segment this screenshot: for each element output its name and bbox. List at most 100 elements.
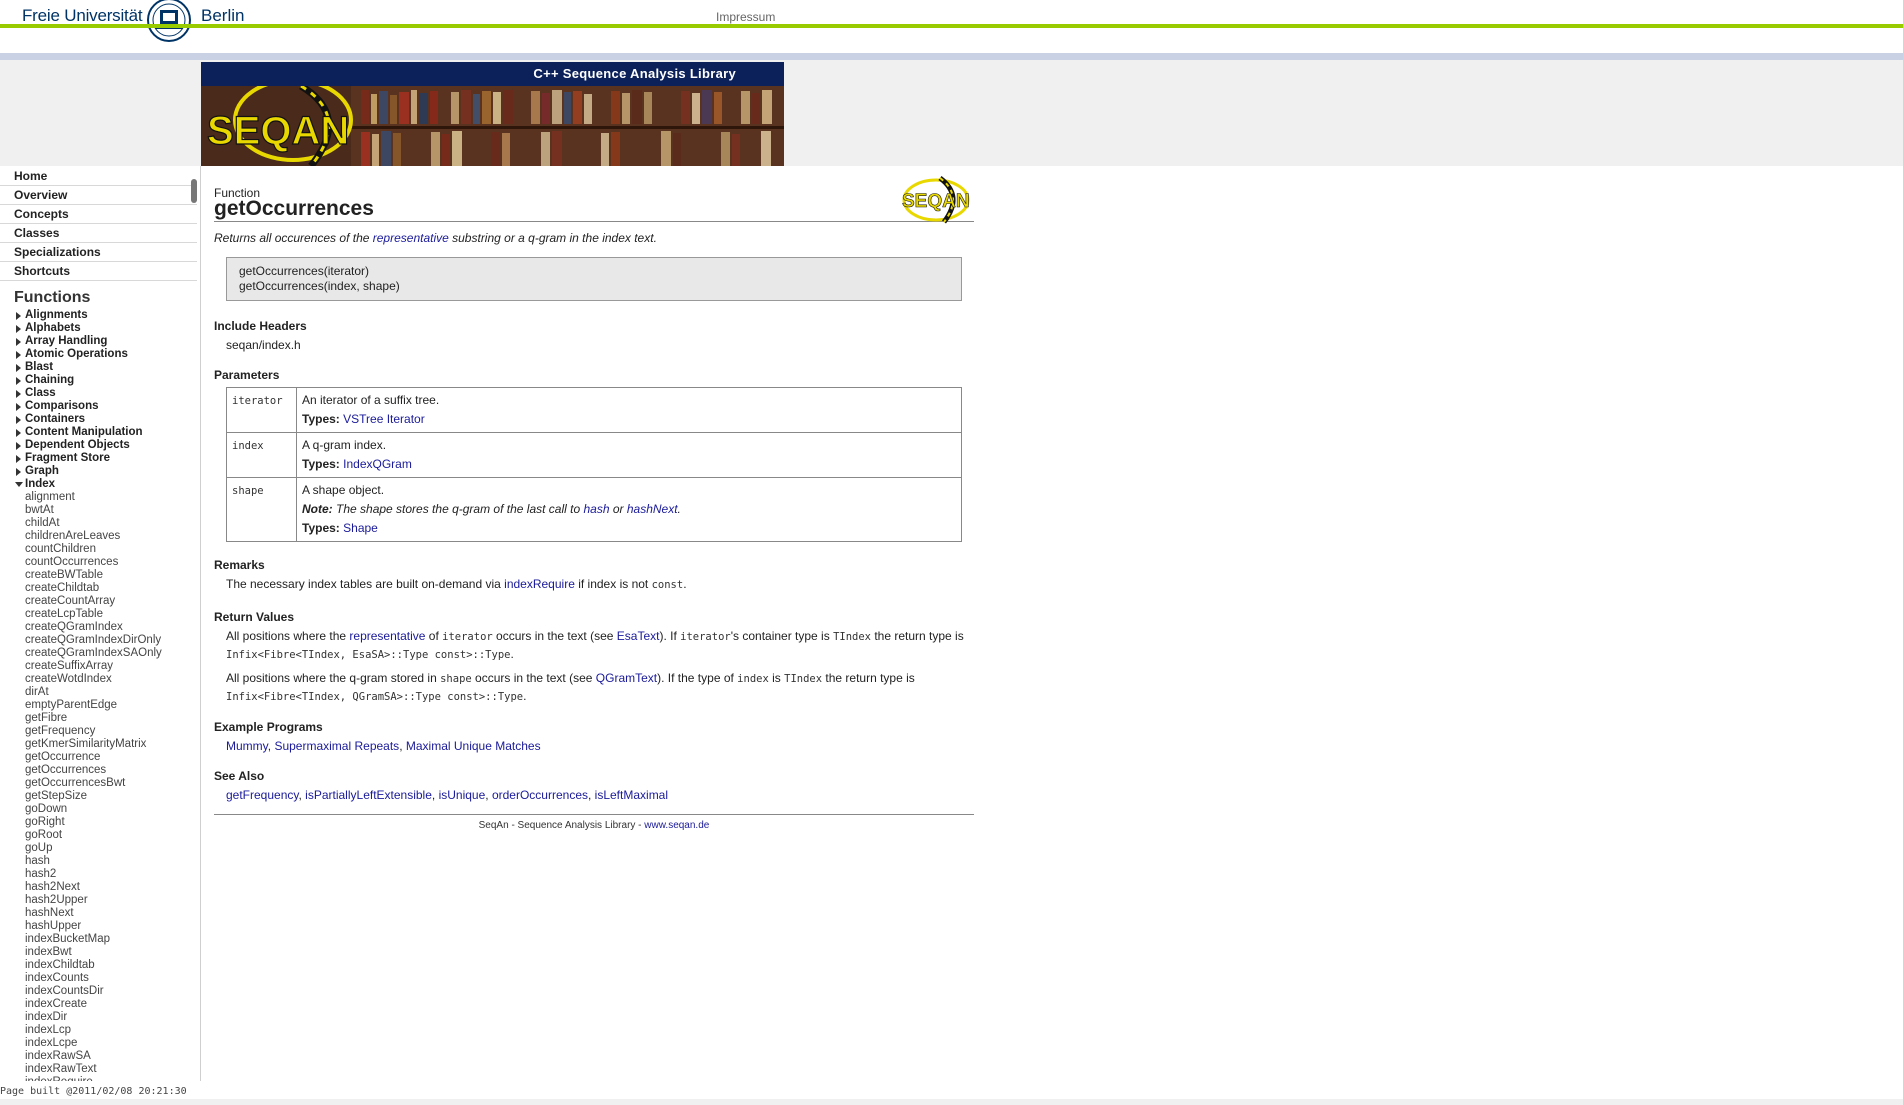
see-also-link-ispartiallyleftextensible[interactable]: isPartiallyLeftExtensible — [305, 788, 432, 802]
qgramtext-link[interactable]: QGramText — [596, 671, 657, 685]
list-item[interactable]: indexRawSA — [0, 1050, 200, 1063]
esatext-link[interactable]: EsaText — [617, 629, 660, 643]
see-also-link-isunique[interactable]: isUnique — [439, 788, 486, 802]
seqan-logo-icon[interactable]: SEQAN — [900, 176, 974, 224]
list-item[interactable]: countOccurrences — [0, 556, 200, 569]
sidebar-item-concepts[interactable]: Concepts — [0, 205, 197, 224]
list-item[interactable]: hashUpper — [0, 920, 200, 933]
list-item[interactable]: hash — [0, 855, 200, 868]
impressum-link[interactable]: Impressum — [716, 10, 775, 24]
list-item[interactable]: createSuffixArray — [0, 660, 200, 673]
function-category[interactable]: Chaining — [0, 374, 200, 387]
triangle-right-icon[interactable] — [16, 416, 21, 424]
representative-link[interactable]: representative — [349, 629, 425, 643]
sidebar-item-classes[interactable]: Classes — [0, 224, 197, 243]
triangle-right-icon[interactable] — [16, 468, 21, 476]
function-category[interactable]: Alignments — [0, 309, 200, 322]
triangle-right-icon[interactable] — [16, 325, 21, 333]
representative-link[interactable]: representative — [373, 231, 449, 245]
list-item[interactable]: indexCounts — [0, 972, 200, 985]
sidebar-scrollbar-thumb[interactable] — [191, 179, 197, 203]
function-category[interactable]: Array Handling — [0, 335, 200, 348]
list-item[interactable]: indexLcp — [0, 1024, 200, 1037]
function-category[interactable]: Atomic Operations — [0, 348, 200, 361]
list-item[interactable]: goUp — [0, 842, 200, 855]
list-item[interactable]: getStepSize — [0, 790, 200, 803]
function-category[interactable]: Dependent Objects — [0, 439, 200, 452]
list-item[interactable]: hash2Upper — [0, 894, 200, 907]
list-item[interactable]: createQGramIndexDirOnly — [0, 634, 200, 647]
function-category[interactable]: Blast — [0, 361, 200, 374]
list-item[interactable]: createBWTable — [0, 569, 200, 582]
fu-seal-icon[interactable] — [140, 0, 198, 46]
sidebar-item-overview[interactable]: Overview — [0, 186, 197, 205]
list-item[interactable]: countChildren — [0, 543, 200, 556]
list-item[interactable]: getKmerSimilarityMatrix — [0, 738, 200, 751]
fu-logo-text-right[interactable]: Berlin — [201, 6, 244, 26]
seqan-website-link[interactable]: www.seqan.de — [644, 820, 709, 831]
list-item[interactable]: hash2Next — [0, 881, 200, 894]
see-also-link-isleftmaximal[interactable]: isLeftMaximal — [595, 788, 668, 802]
list-item[interactable]: indexCountsDir — [0, 985, 200, 998]
triangle-right-icon[interactable] — [16, 455, 21, 463]
list-item[interactable]: getOccurrence — [0, 751, 200, 764]
list-item[interactable]: goRight — [0, 816, 200, 829]
hash-link[interactable]: hash — [583, 502, 609, 516]
list-item[interactable]: goDown — [0, 803, 200, 816]
list-item[interactable]: indexBwt — [0, 946, 200, 959]
list-item[interactable]: childrenAreLeaves — [0, 530, 200, 543]
list-item[interactable]: indexDir — [0, 1011, 200, 1024]
triangle-right-icon[interactable] — [16, 338, 21, 346]
list-item[interactable]: getFrequency — [0, 725, 200, 738]
triangle-right-icon[interactable] — [16, 364, 21, 372]
list-item[interactable]: getOccurrencesBwt — [0, 777, 200, 790]
triangle-right-icon[interactable] — [16, 390, 21, 398]
sidebar-item-home[interactable]: Home — [0, 167, 197, 186]
see-also-link-getfrequency[interactable]: getFrequency — [226, 788, 299, 802]
list-item[interactable]: indexBucketMap — [0, 933, 200, 946]
function-category[interactable]: Content Manipulation — [0, 426, 200, 439]
list-item[interactable]: indexRequire — [0, 1076, 200, 1081]
triangle-right-icon[interactable] — [16, 442, 21, 450]
function-category[interactable]: Alphabets — [0, 322, 200, 335]
function-category[interactable]: Containers — [0, 413, 200, 426]
list-item[interactable]: getFibre — [0, 712, 200, 725]
triangle-right-icon[interactable] — [16, 429, 21, 437]
list-item[interactable]: bwtAt — [0, 504, 200, 517]
function-category[interactable]: Index — [0, 478, 200, 491]
function-category[interactable]: Fragment Store — [0, 452, 200, 465]
list-item[interactable]: indexLcpe — [0, 1037, 200, 1050]
list-item[interactable]: goRoot — [0, 829, 200, 842]
list-item[interactable]: createCountArray — [0, 595, 200, 608]
see-also-link-orderoccurrences[interactable]: orderOccurrences — [492, 788, 588, 802]
example-link-supermaximal-repeats[interactable]: Supermaximal Repeats — [274, 739, 399, 753]
hashnext-link[interactable]: hashNext — [627, 502, 678, 516]
function-category[interactable]: Graph — [0, 465, 200, 478]
triangle-right-icon[interactable] — [16, 377, 21, 385]
list-item[interactable]: indexCreate — [0, 998, 200, 1011]
list-item[interactable]: hashNext — [0, 907, 200, 920]
type-link-vstree-iterator[interactable]: VSTree Iterator — [343, 412, 425, 426]
list-item[interactable]: getOccurrences — [0, 764, 200, 777]
function-category[interactable]: Comparisons — [0, 400, 200, 413]
sidebar-item-shortcuts[interactable]: Shortcuts — [0, 262, 197, 281]
list-item[interactable]: childAt — [0, 517, 200, 530]
list-item[interactable]: createQGramIndex — [0, 621, 200, 634]
list-item[interactable]: dirAt — [0, 686, 200, 699]
type-link-shape[interactable]: Shape — [343, 521, 378, 535]
type-link-indexqgram[interactable]: IndexQGram — [343, 457, 412, 471]
triangle-right-icon[interactable] — [16, 403, 21, 411]
list-item[interactable]: createQGramIndexSAOnly — [0, 647, 200, 660]
list-item[interactable]: indexRawText — [0, 1063, 200, 1076]
indexrequire-link[interactable]: indexRequire — [504, 577, 575, 591]
list-item[interactable]: hash2 — [0, 868, 200, 881]
sidebar-item-specializations[interactable]: Specializations — [0, 243, 197, 262]
example-link-mummy[interactable]: Mummy — [226, 739, 268, 753]
list-item[interactable]: emptyParentEdge — [0, 699, 200, 712]
fu-logo-text-left[interactable]: Freie Universität — [22, 6, 143, 26]
triangle-right-icon[interactable] — [16, 351, 21, 359]
list-item[interactable]: indexChildtab — [0, 959, 200, 972]
example-link-maximal-unique-matches[interactable]: Maximal Unique Matches — [406, 739, 541, 753]
triangle-right-icon[interactable] — [16, 312, 21, 320]
list-item[interactable]: alignment — [0, 491, 200, 504]
